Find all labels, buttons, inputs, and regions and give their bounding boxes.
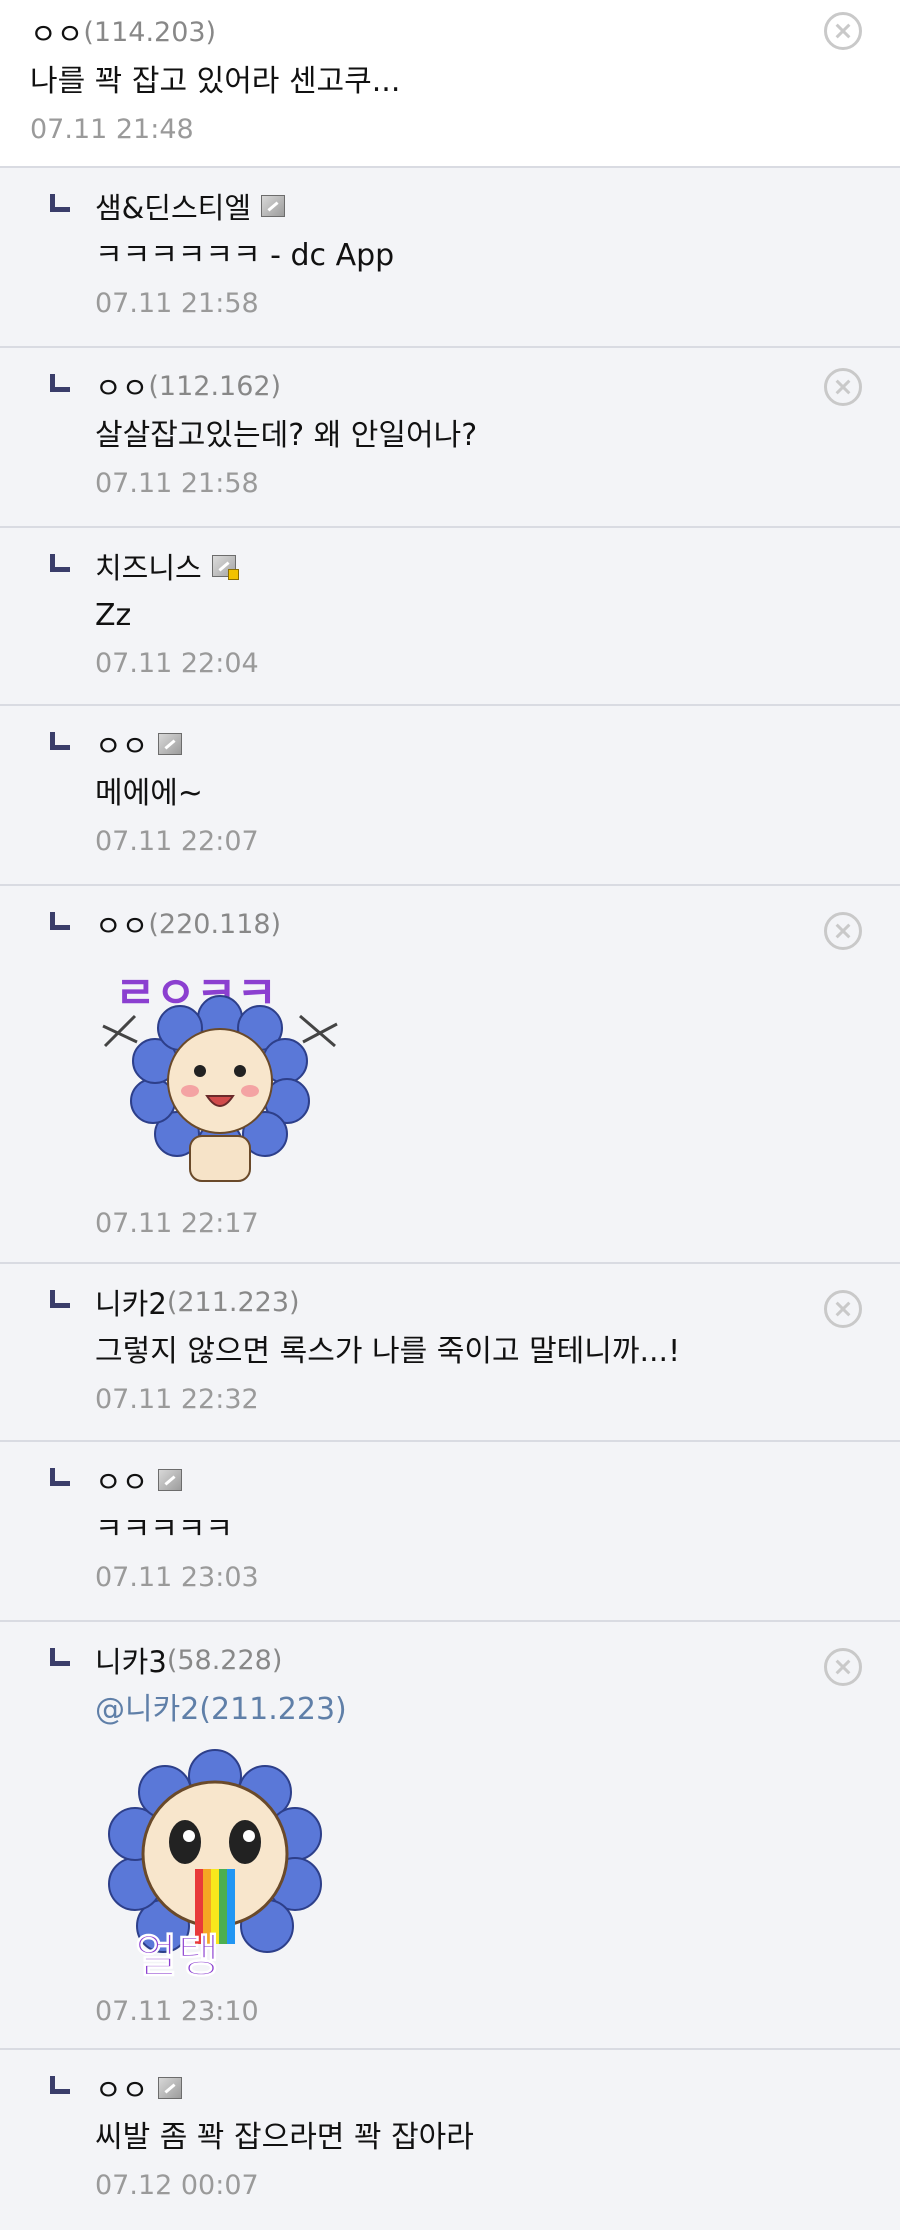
comment-text: ㅋㅋㅋㅋㅋㅋ - dc App <box>95 238 395 273</box>
comment-date: 07.11 21:48 <box>30 114 194 145</box>
reply-arrow-icon <box>50 2076 70 2094</box>
comment-thread: ㅇㅇ (114.203) 나를 꽉 잡고 있어라 센고쿠... 07.11 21… <box>0 0 900 2230</box>
reply-arrow-icon <box>50 1648 70 1666</box>
comment-text: Zz <box>95 598 132 633</box>
comment-item: ㅇㅇ (114.203) 나를 꽉 잡고 있어라 센고쿠... 07.11 21… <box>0 0 900 168</box>
comment-text: ㅋㅋㅋㅋㅋ <box>95 1512 233 1547</box>
reply-item: 니카2 (211.223) 그렇지 않으면 록스가 나를 죽이고 말테니까...… <box>0 1264 900 1442</box>
comment-author[interactable]: 니카3 <box>95 1639 167 1681</box>
comment-ip: (114.203) <box>83 16 217 48</box>
delete-circle-x-icon[interactable] <box>824 12 862 50</box>
reply-item: ㅇㅇ ㅋㅋㅋㅋㅋ 07.11 23:03 <box>0 1442 900 1622</box>
delete-circle-x-icon[interactable] <box>824 912 862 950</box>
reply-arrow-icon <box>50 1468 70 1486</box>
comment-text: 씨발 좀 꽉 잡으라면 꽉 잡아라 <box>95 2120 474 2155</box>
comment-date: 07.11 22:07 <box>95 826 259 857</box>
lion-sticker-image: ㄹㅇㅋㅋ <box>102 968 338 1182</box>
rainbow-bear-sticker-image: 얼탱 <box>108 1749 322 1984</box>
comment-author[interactable]: ㅇㅇ <box>95 365 148 407</box>
reply-item: 샘&딘스티엘 ㅋㅋㅋㅋㅋㅋ - dc App 07.11 21:58 <box>0 168 900 348</box>
comment-author[interactable]: ㅇㅇ <box>95 2067 148 2109</box>
comment-author[interactable]: 치즈니스 <box>95 545 202 587</box>
comment-text: 메에에~ <box>95 776 203 811</box>
reply-item: ㅇㅇ (220.118) ㄹㅇㅋㅋ 07.11 22:17 <box>0 886 900 1264</box>
gallog-member-icon[interactable] <box>158 733 183 755</box>
comment-author[interactable]: 니카2 <box>95 1281 167 1323</box>
reply-arrow-icon <box>50 912 70 930</box>
comment-ip: (211.223) <box>166 1286 300 1318</box>
comment-ip: (220.118) <box>148 908 282 940</box>
comment-text: 나를 꽉 잡고 있어라 센고쿠... <box>30 64 401 99</box>
gallog-member-icon[interactable] <box>211 555 239 580</box>
comment-date: 07.11 21:58 <box>95 288 259 319</box>
delete-circle-x-icon[interactable] <box>824 1648 862 1686</box>
gallog-member-icon[interactable] <box>158 2077 183 2099</box>
gallog-member-icon[interactable] <box>158 1469 183 1491</box>
mention-link[interactable]: @니카2(211.223) <box>95 1684 900 1736</box>
reply-item: ㅇㅇ 씨발 좀 꽉 잡으라면 꽉 잡아라 07.12 00:07 <box>0 2050 900 2230</box>
comment-author[interactable]: 샘&딘스티엘 <box>95 185 251 227</box>
comment-ip: (112.162) <box>148 370 282 402</box>
comment-author[interactable]: ㅇㅇ <box>30 11 83 53</box>
svg-text:얼탱: 얼탱 <box>135 1929 220 1983</box>
comment-date: 07.11 23:03 <box>95 1562 259 1593</box>
reply-arrow-icon <box>50 194 70 212</box>
delete-circle-x-icon[interactable] <box>824 1290 862 1328</box>
reply-item: ㅇㅇ (112.162) 살살잡고있는데? 왜 안일어나? 07.11 21:5… <box>0 348 900 528</box>
reply-item: 니카3 (58.228) @니카2(211.223) 얼탱 07.11 23:1… <box>0 1622 900 2050</box>
comment-date: 07.11 23:10 <box>95 1996 259 2027</box>
comment-date: 07.11 22:04 <box>95 648 259 679</box>
reply-arrow-icon <box>50 374 70 392</box>
comment-ip: (58.228) <box>166 1644 283 1676</box>
reply-item: 치즈니스 Zz 07.11 22:04 <box>0 528 900 706</box>
comment-date: 07.12 00:07 <box>95 2170 259 2201</box>
comment-author[interactable]: ㅇㅇ <box>95 723 148 765</box>
comment-text: 그렇지 않으면 록스가 나를 죽이고 말테니까...! <box>95 1334 681 1369</box>
comment-date: 07.11 22:32 <box>95 1384 259 1415</box>
reply-arrow-icon <box>50 732 70 750</box>
delete-circle-x-icon[interactable] <box>824 368 862 406</box>
comment-author[interactable]: ㅇㅇ <box>95 903 148 945</box>
gallog-member-icon[interactable] <box>261 195 286 217</box>
reply-item: ㅇㅇ 메에에~ 07.11 22:07 <box>0 706 900 886</box>
reply-arrow-icon <box>50 554 70 572</box>
comment-author[interactable]: ㅇㅇ <box>95 1459 148 1501</box>
reply-arrow-icon <box>50 1290 70 1308</box>
comment-date: 07.11 21:58 <box>95 468 259 499</box>
comment-date: 07.11 22:17 <box>95 1208 259 1239</box>
comment-text: 살살잡고있는데? 왜 안일어나? <box>95 418 478 453</box>
